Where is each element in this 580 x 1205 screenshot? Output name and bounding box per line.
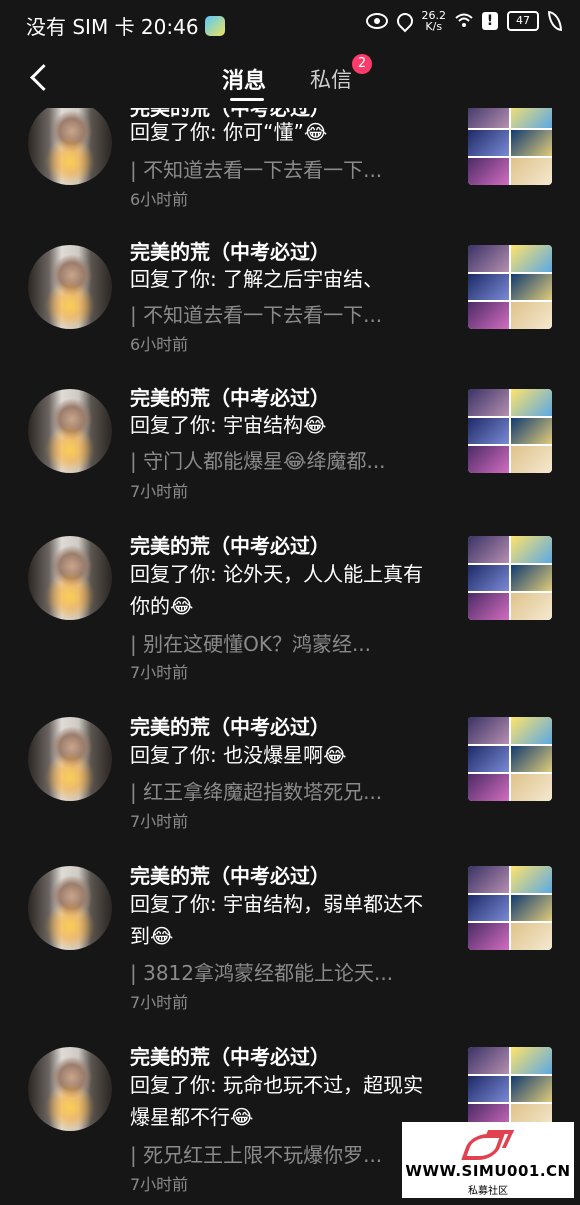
tab-active-underline [230,98,264,101]
quoted-comment: | 死兄红王上限不玩爆你罗... [130,1143,383,1167]
quoted-comment: | 别在这硬懂OK？鸿蒙经... [130,632,372,656]
timestamp: 7小时前 [130,993,189,1012]
post-thumbnail[interactable] [468,866,552,950]
timestamp: 7小时前 [130,1175,189,1194]
site-watermark: WWW.SIMU001.CN 私募社区 [402,1122,574,1198]
reply-text: 回复了你: 玩命也玩不过，超现实爆星都不行😂 [130,1073,424,1129]
quoted-comment: | 不知道去看一下去看一下... [130,303,383,327]
timestamp: 7小时前 [130,663,189,682]
user-name[interactable]: 完美的荒（中考必过） [130,530,330,559]
message-list[interactable]: 完美的荒（中考必过） 回复了你: 你可“懂”😂 | 不知道去看一下去看一下...… [0,108,580,1205]
avatar[interactable] [28,717,112,801]
quoted-comment: | 3812拿鸿蒙经都能上论天... [130,961,394,985]
watermark-url: WWW.SIMU001.CN [405,1162,571,1180]
eye-icon [365,13,388,29]
watermark-subtitle: 私募社区 [468,1186,508,1197]
post-thumbnail[interactable] [468,245,552,329]
quoted-comment: | 红王拿绛魔超指数塔死兄... [130,780,383,804]
post-thumbnail[interactable] [468,536,552,620]
location-icon [393,9,416,33]
reply-text: 回复了你: 了解之后宇宙结、 [130,267,384,291]
reply-text: 回复了你: 论外天，人人能上真有你的😂 [130,562,424,618]
reply-text: 回复了你: 宇宙结构😂 [130,413,327,437]
user-name[interactable]: 完美的荒（中考必过） [130,236,330,265]
timestamp: 6小时前 [130,190,189,209]
quoted-comment: | 守门人都能爆星😂绛魔都... [130,449,386,473]
reply-text: 回复了你: 你可“懂”😂 [130,120,328,144]
reply-text: 回复了你: 也没爆星啊😂 [130,743,347,767]
unread-badge: 2 [352,54,372,74]
status-bar: 没有 SIM 卡 20:46 26.2 K/s ! 47 [0,0,580,46]
network-speed: 26.2 K/s [421,9,447,33]
post-thumbnail[interactable] [468,717,552,801]
tab-messages[interactable]: 消息 [222,63,266,95]
avatar[interactable] [28,536,112,620]
alert-icon: ! [482,12,498,30]
user-name[interactable]: 完美的荒（中考必过） [130,860,330,889]
quoted-comment: | 不知道去看一下去看一下... [130,158,383,182]
post-thumbnail[interactable] [468,1047,552,1131]
gallery-icon [204,15,225,36]
avatar[interactable] [28,866,112,950]
avatar[interactable] [28,108,112,185]
top-nav: 消息 私信 2 [0,50,580,108]
user-name[interactable]: 完美的荒（中考必过） [130,382,330,411]
battery-icon: 47 [507,11,539,31]
reply-text: 回复了你: 宇宙结构，弱单都达不到😂 [130,892,424,948]
user-name[interactable]: 完美的荒（中考必过） [130,1041,330,1070]
avatar[interactable] [28,1047,112,1131]
user-name[interactable]: 完美的荒（中考必过） [130,711,330,740]
timestamp: 7小时前 [130,812,189,831]
avatar[interactable] [28,245,112,329]
tab-private-messages[interactable]: 私信 [310,64,352,94]
avatar[interactable] [28,389,112,473]
timestamp: 7小时前 [130,482,189,501]
wifi-icon [455,13,473,29]
carrier-time: 没有 SIM 卡 20:46 [26,15,199,39]
leaf-icon [548,11,562,31]
post-thumbnail[interactable] [468,108,552,185]
post-thumbnail[interactable] [468,389,552,473]
watermark-logo-icon [462,1126,516,1160]
timestamp: 6小时前 [130,335,189,354]
back-button[interactable] [22,60,58,96]
